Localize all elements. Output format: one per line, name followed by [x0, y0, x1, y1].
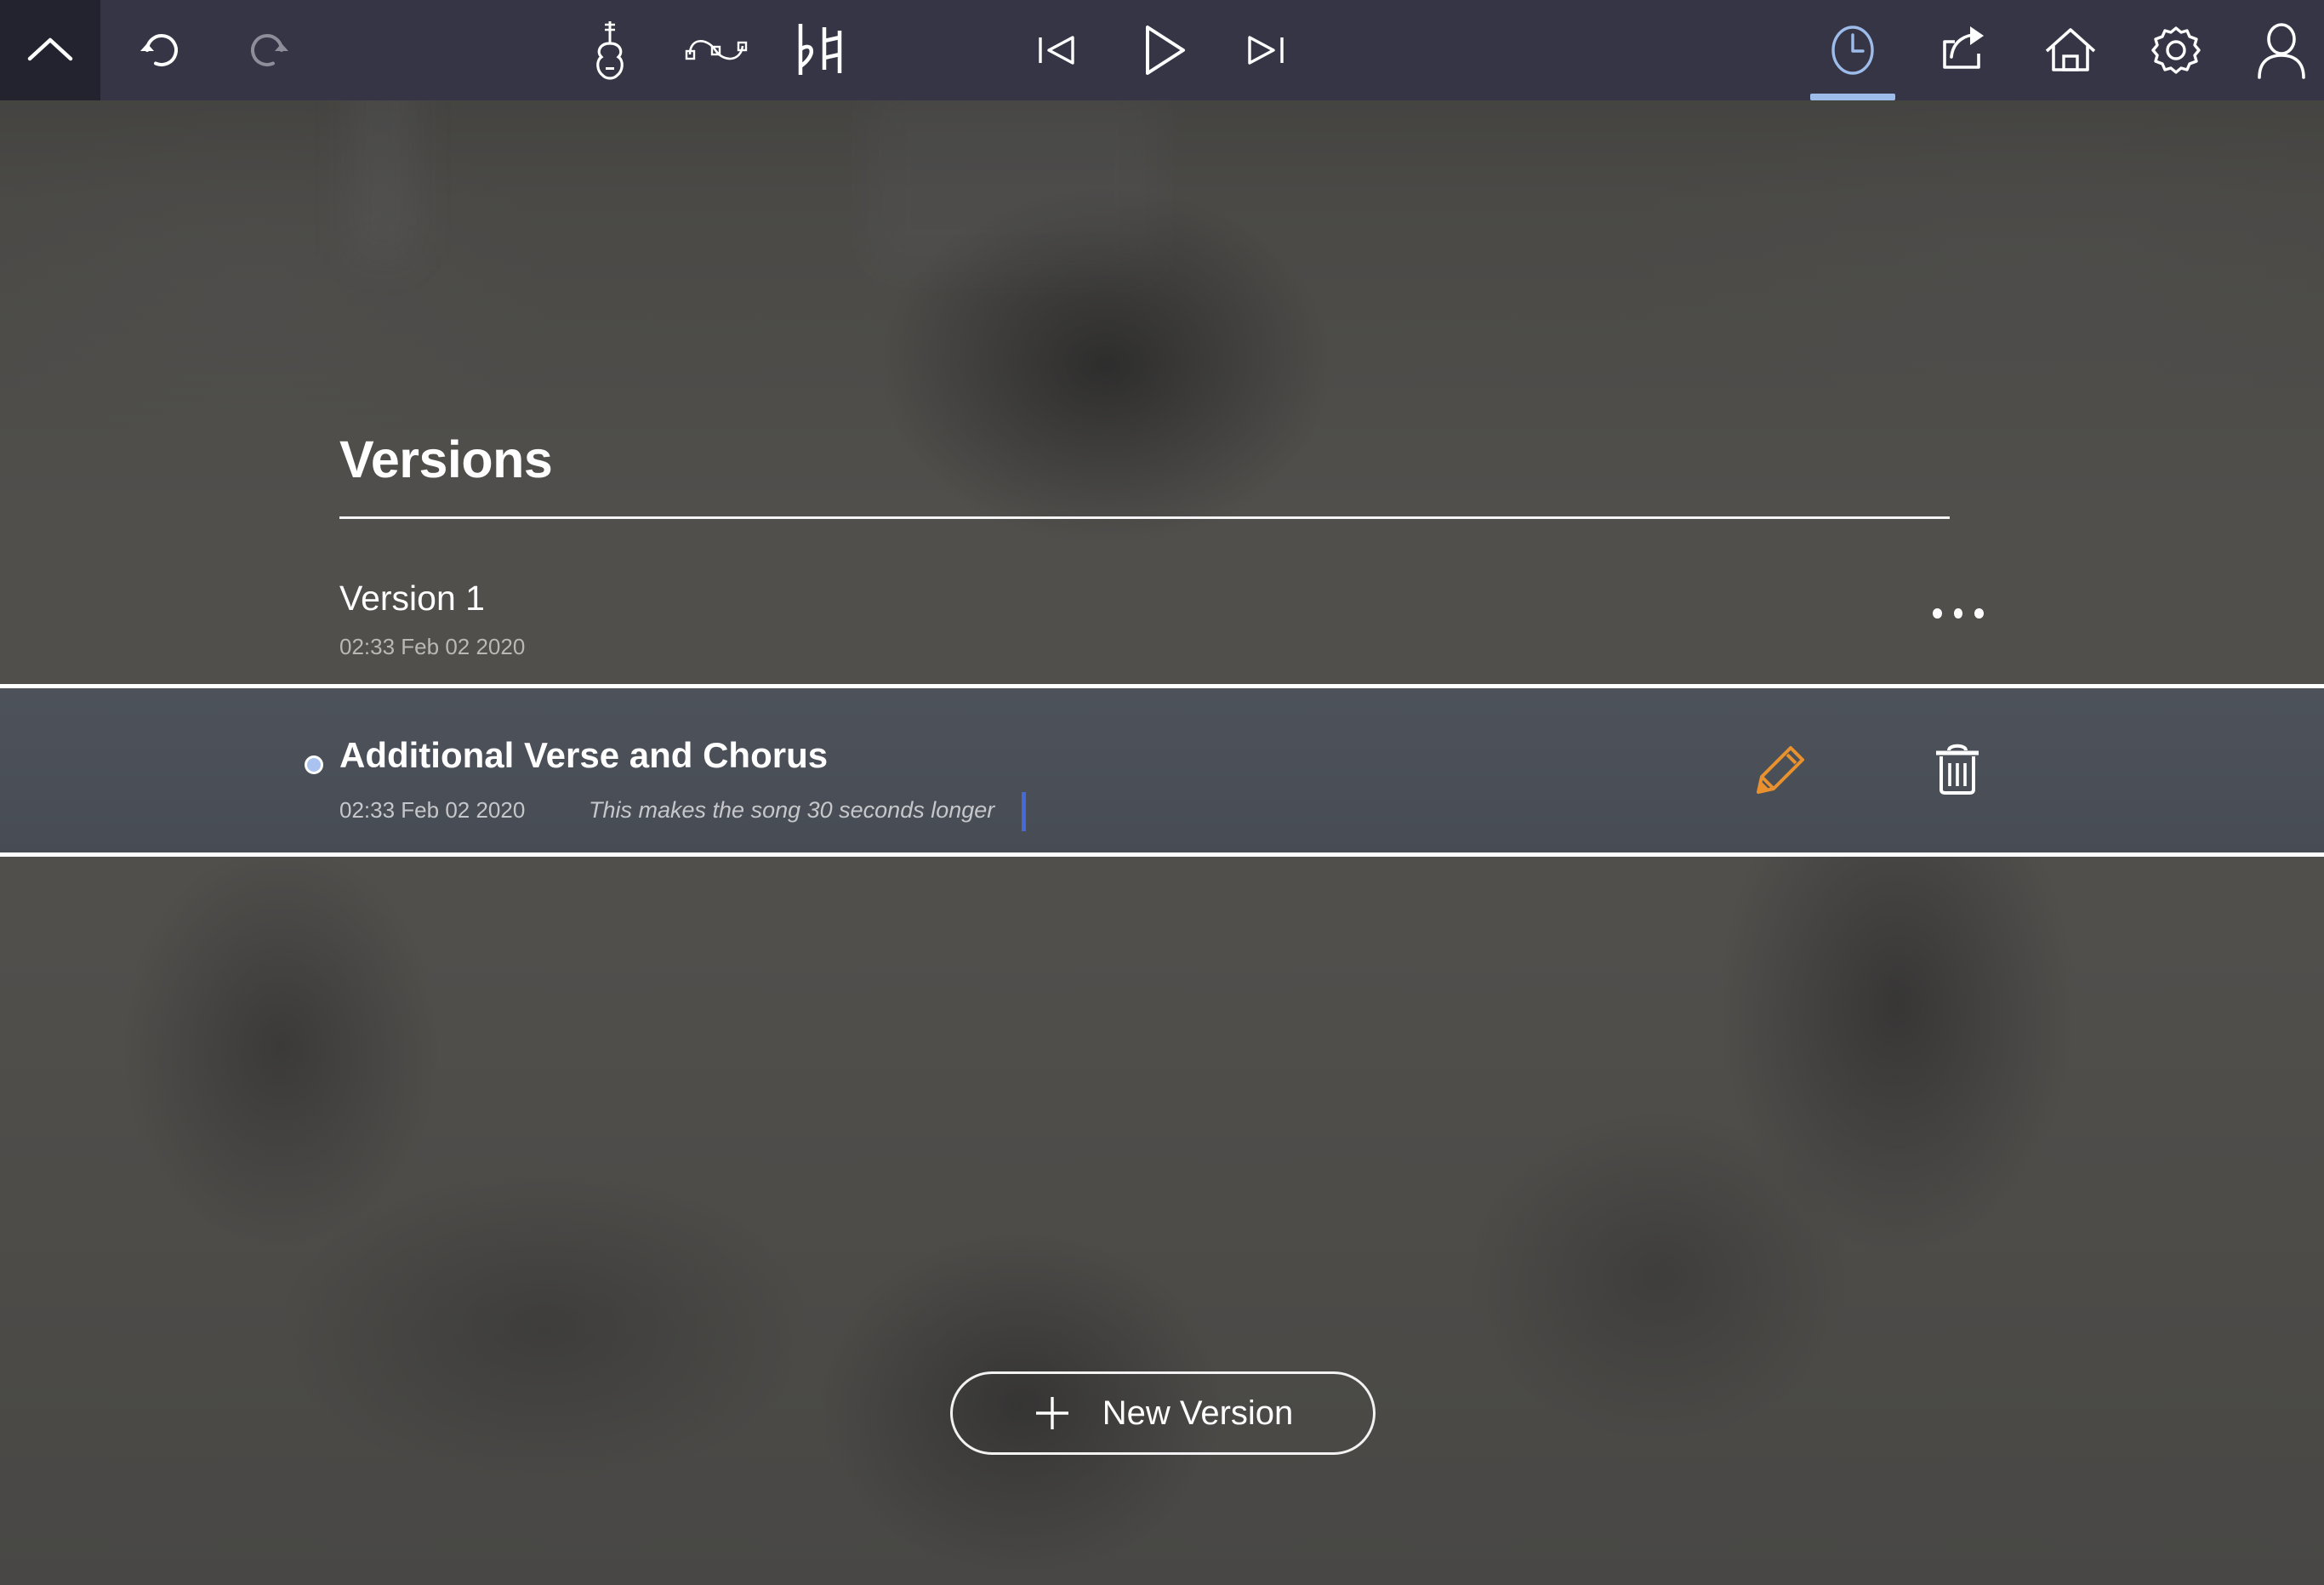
- home-icon: [2045, 28, 2096, 71]
- new-version-label: New Version: [1102, 1394, 1294, 1432]
- version-list-item[interactable]: Version 1 02:33 Feb 02 2020: [0, 551, 2324, 687]
- redo-button[interactable]: [223, 0, 311, 100]
- plus-icon: [1035, 1397, 1068, 1429]
- user-icon: [2258, 23, 2305, 79]
- versions-header: Versions: [339, 434, 1950, 519]
- automation-curve-button[interactable]: [672, 0, 760, 100]
- text-cursor: [1022, 792, 1026, 831]
- account-button[interactable]: [2237, 0, 2324, 100]
- skip-forward-icon: [1248, 36, 1284, 65]
- top-toolbar: [0, 0, 2324, 100]
- current-version-dot-icon: [305, 755, 323, 774]
- overflow-dots-icon: [1933, 608, 1942, 619]
- settings-button[interactable]: [2132, 0, 2220, 100]
- title-divider: [339, 516, 1950, 519]
- gear-icon: [2151, 26, 2201, 74]
- pencil-icon: [1757, 746, 1804, 794]
- undo-icon: [140, 34, 178, 66]
- trash-icon: [1936, 744, 1979, 795]
- versions-tab-button[interactable]: [1809, 0, 1897, 100]
- version-timestamp: 02:33 Feb 02 2020: [339, 797, 526, 823]
- version-timestamp: 02:33 Feb 02 2020: [339, 634, 526, 659]
- skip-forward-button[interactable]: [1222, 0, 1310, 100]
- play-icon: [1146, 26, 1185, 75]
- skip-back-button[interactable]: [1012, 0, 1101, 100]
- instrument-icon: [596, 21, 624, 80]
- redo-icon: [251, 34, 288, 66]
- share-icon: [1943, 26, 1984, 69]
- chevron-up-icon: [27, 37, 73, 61]
- instrument-button[interactable]: [566, 0, 654, 100]
- history-clock-icon: [1831, 26, 1874, 75]
- share-button[interactable]: [1919, 0, 2008, 100]
- undo-button[interactable]: [117, 0, 206, 100]
- version-note-input[interactable]: This makes the song 30 seconds longer: [589, 797, 994, 824]
- version-list-item-selected[interactable]: Additional Verse and Chorus 02:33 Feb 02…: [0, 684, 2324, 857]
- active-tab-indicator: [1810, 94, 1895, 100]
- delete-version-button[interactable]: [1924, 736, 1991, 802]
- overflow-dots-icon: [1974, 608, 1985, 619]
- skip-back-icon: [1039, 36, 1074, 65]
- home-button[interactable]: [2026, 0, 2115, 100]
- version-overflow-menu-button[interactable]: [1933, 601, 1985, 626]
- automation-curve-icon: [685, 40, 748, 60]
- new-version-button[interactable]: New Version: [950, 1371, 1376, 1455]
- versions-overlay: Versions Version 1 02:33 Feb 02 2020 Add…: [0, 100, 2324, 1585]
- version-name: Additional Verse and Chorus: [339, 735, 829, 775]
- accidentals-icon: [798, 24, 842, 75]
- collapse-panel-button[interactable]: [0, 0, 100, 100]
- accidentals-button[interactable]: [777, 0, 865, 100]
- edit-version-button[interactable]: [1748, 736, 1814, 802]
- page-title: Versions: [339, 430, 553, 488]
- version-name: Version 1: [339, 579, 485, 618]
- overflow-dots-icon: [1953, 608, 1963, 619]
- play-button[interactable]: [1117, 0, 1205, 100]
